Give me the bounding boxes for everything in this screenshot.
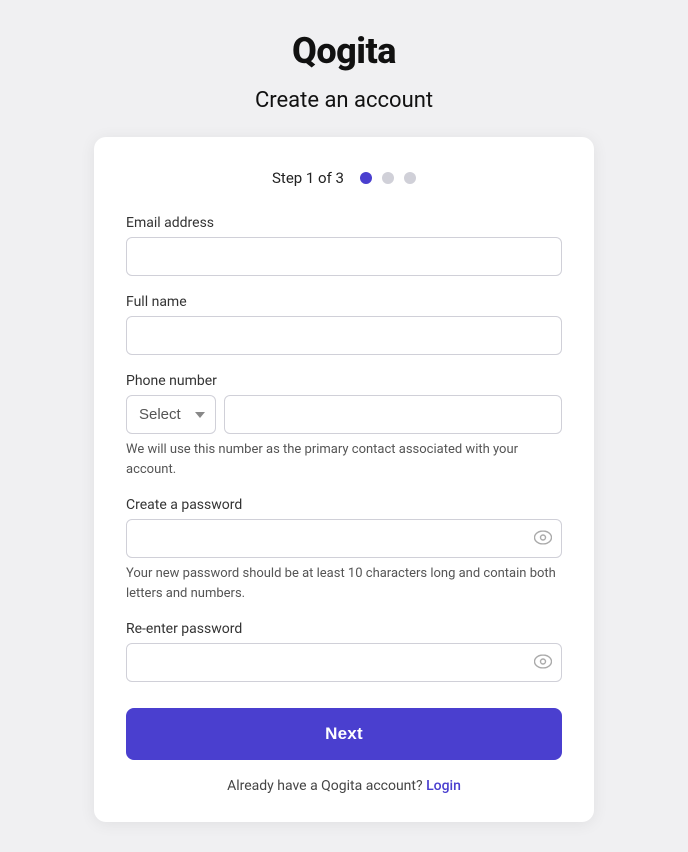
step-dot-3: [404, 172, 416, 184]
repassword-group: Re-enter password: [126, 621, 562, 682]
phone-hint: We will use this number as the primary c…: [126, 440, 562, 479]
phone-group: Phone number Select We will use this num…: [126, 373, 562, 479]
step-dot-2: [382, 172, 394, 184]
phone-number-input[interactable]: [224, 395, 562, 434]
step-dot-1: [360, 172, 372, 184]
email-input[interactable]: [126, 237, 562, 276]
registration-card: Step 1 of 3 Email address Full name Phon…: [94, 137, 594, 822]
email-group: Email address: [126, 215, 562, 276]
fullname-input[interactable]: [126, 316, 562, 355]
login-row: Already have a Qogita account? Login: [126, 778, 562, 794]
phone-row: Select: [126, 395, 562, 434]
password-label: Create a password: [126, 497, 562, 513]
password-wrapper: [126, 519, 562, 558]
page-title: Create an account: [255, 88, 433, 113]
password-hint: Your new password should be at least 10 …: [126, 564, 562, 603]
repassword-toggle-icon[interactable]: [534, 654, 552, 671]
step-indicator: Step 1 of 3: [126, 169, 562, 187]
repassword-wrapper: [126, 643, 562, 682]
repassword-label: Re-enter password: [126, 621, 562, 637]
step-label: Step 1 of 3: [272, 169, 344, 187]
password-group: Create a password Your new password shou…: [126, 497, 562, 603]
fullname-label: Full name: [126, 294, 562, 310]
app-title: Qogita: [292, 30, 396, 72]
password-toggle-icon[interactable]: [534, 530, 552, 547]
login-link[interactable]: Login: [426, 778, 461, 794]
email-label: Email address: [126, 215, 562, 231]
login-prompt: Already have a Qogita account?: [227, 778, 423, 794]
phone-country-select[interactable]: Select: [126, 395, 216, 434]
password-input[interactable]: [126, 519, 562, 558]
next-button[interactable]: Next: [126, 708, 562, 760]
phone-label: Phone number: [126, 373, 562, 389]
fullname-group: Full name: [126, 294, 562, 355]
repassword-input[interactable]: [126, 643, 562, 682]
